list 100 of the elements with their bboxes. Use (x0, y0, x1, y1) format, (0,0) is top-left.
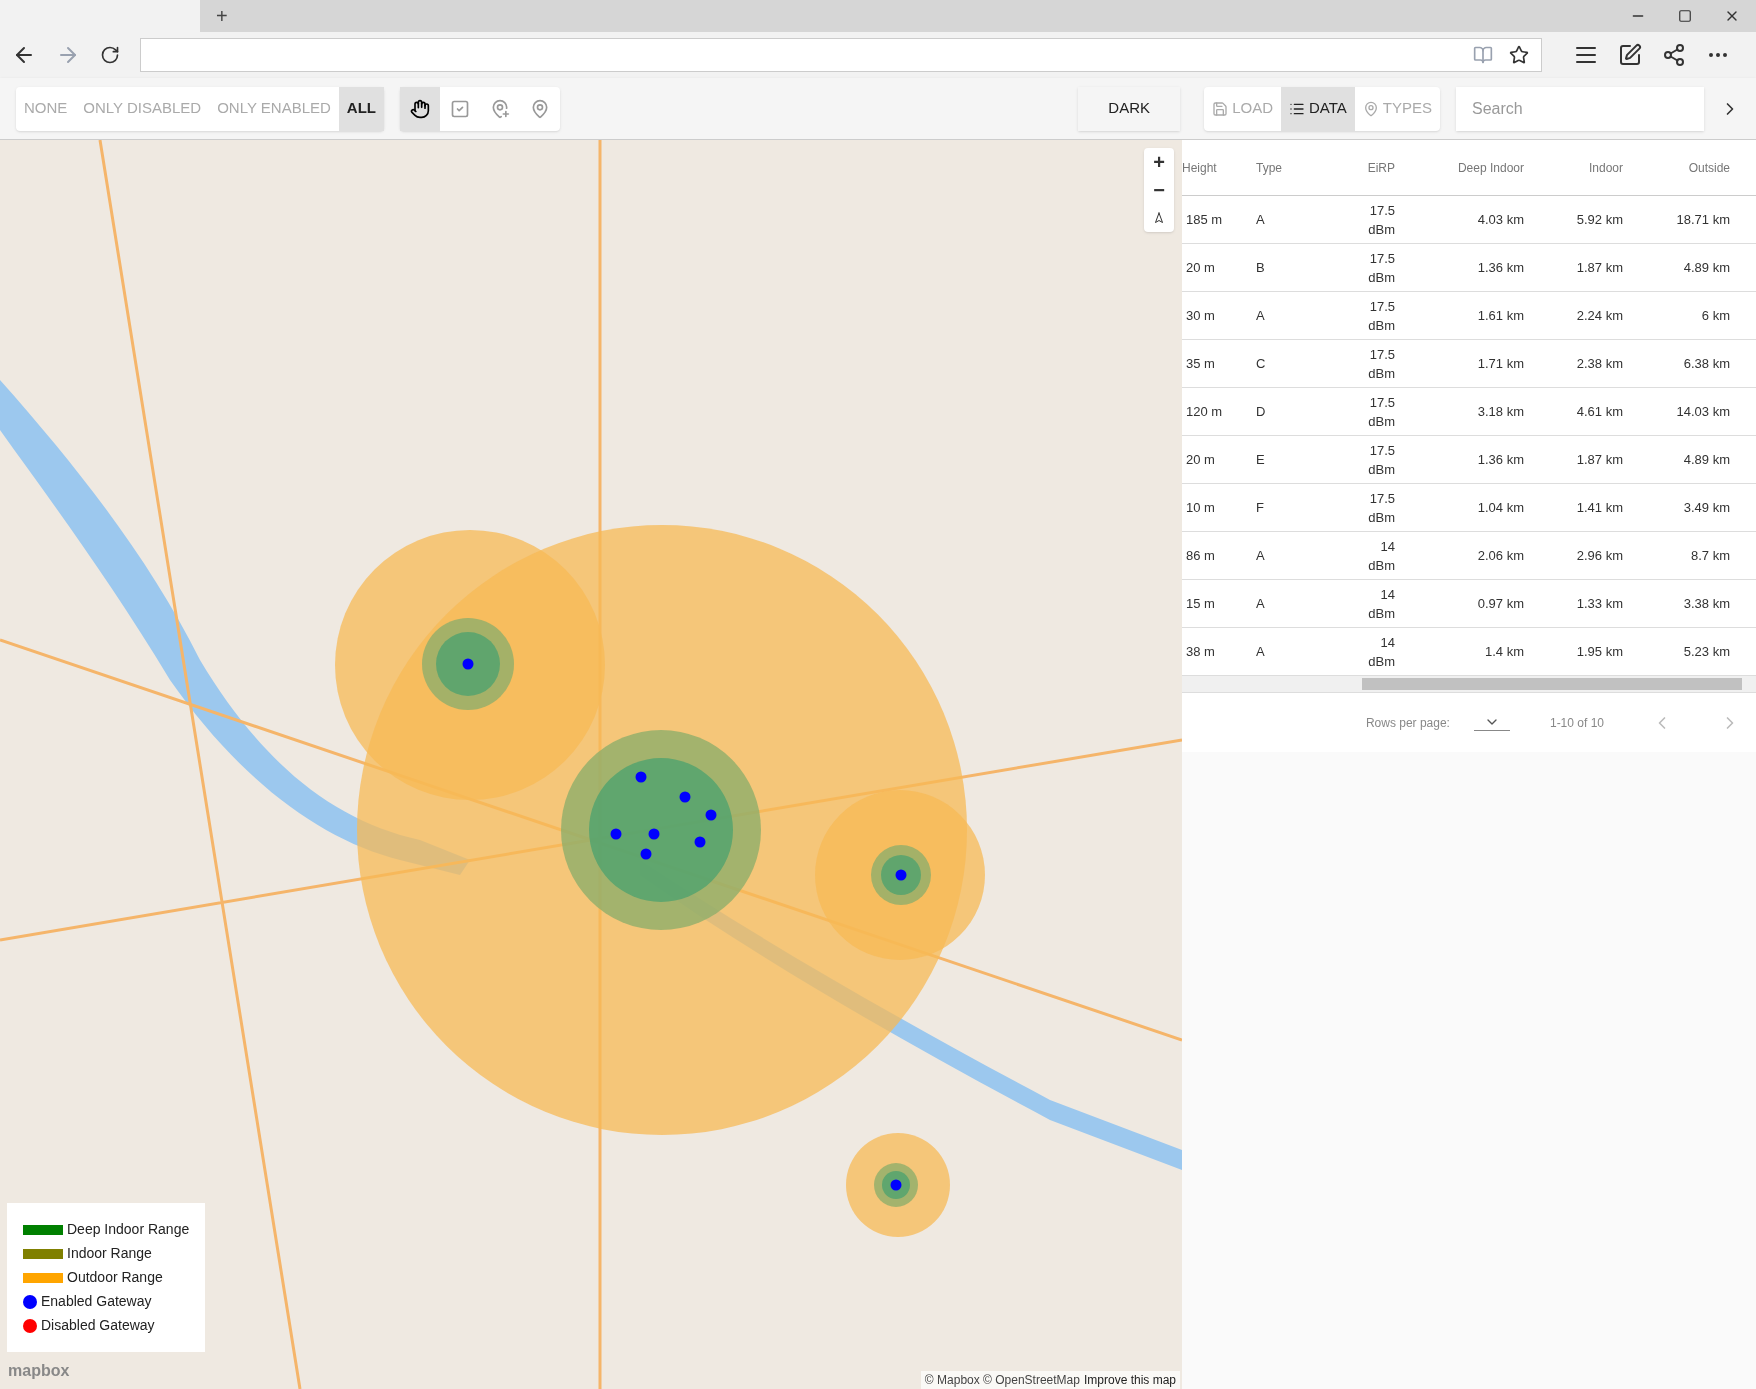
table-cell-text: A (1256, 210, 1266, 229)
table-cell-text: 2.06 km (1476, 546, 1524, 565)
table-cell-text: 17.5 dBm (1367, 489, 1395, 527)
table-cell-text: 5.92 km (1575, 210, 1623, 229)
column-header[interactable]: EiRP (1316, 158, 1395, 177)
compass-icon (1153, 212, 1165, 224)
table-cell-text: 8.7 km (1690, 546, 1730, 565)
note-icon[interactable] (1618, 43, 1642, 67)
reading-view-icon[interactable] (1473, 45, 1493, 65)
table-cell-text: 4.03 km (1476, 210, 1524, 229)
dark-button[interactable]: DARK (1078, 86, 1181, 131)
table-cell-text: 5.23 km (1682, 642, 1730, 661)
table-cell-text: 35 m (1185, 354, 1216, 373)
legend-label: Enabled Gateway (41, 1292, 152, 1311)
table-cell-text: 1.61 km (1476, 306, 1524, 325)
table-cell-text: 20 m (1185, 258, 1216, 277)
table-cell-text: 1.33 km (1575, 594, 1623, 613)
legend-label: Indoor Range (67, 1244, 152, 1263)
table-cell-text: 17.5 dBm (1367, 393, 1395, 431)
table-cell-text: 6.38 km (1682, 354, 1730, 373)
table-cell-text: 1.36 km (1476, 258, 1524, 277)
table-cell-text: 17.5 dBm (1367, 249, 1395, 287)
table-cell-text: 3.38 km (1682, 594, 1730, 613)
search-field[interactable]: Search (1456, 86, 1704, 131)
address-field[interactable] (140, 38, 1542, 72)
table-cell-text: 0.97 km (1476, 594, 1524, 613)
table-cell-text: A (1256, 594, 1266, 613)
table-cell-text: 1.87 km (1575, 450, 1623, 469)
map-attribution: © Mapbox © OpenStreetMap (924, 1372, 1080, 1389)
map-pin-icon (1362, 100, 1379, 117)
save-icon (1212, 100, 1229, 117)
table-cell-text: A (1256, 546, 1266, 565)
table-cell-text: 185 m (1185, 210, 1224, 229)
table-cell-text: 14 dBm (1367, 633, 1395, 671)
table-cell-text: D (1256, 402, 1267, 421)
table-cell-text: 20 m (1185, 450, 1216, 469)
table-cell-text: 1.71 km (1476, 354, 1524, 373)
table-cell-text: 17.5 dBm (1367, 297, 1395, 335)
tool-button[interactable] (400, 86, 440, 131)
table-cell-text: 1.87 km (1575, 258, 1623, 277)
star-icon[interactable] (1509, 45, 1529, 65)
table-cell-text: 10 m (1185, 498, 1216, 517)
table-cell-text: 3.49 km (1682, 498, 1730, 517)
checkbox-icon (450, 98, 470, 119)
page-range: 1-10 of 10 (1549, 714, 1604, 732)
zoom-in-button[interactable]: + (1144, 148, 1174, 176)
table-cell-text: C (1256, 354, 1267, 373)
legend-label: Deep Indoor Range (67, 1220, 190, 1239)
table-cell-text: 86 m (1185, 546, 1216, 565)
share-icon[interactable] (1662, 43, 1686, 67)
hand-icon (410, 98, 430, 119)
table-cell-text: 1.4 km (1484, 642, 1524, 661)
map-pin-icon (530, 98, 550, 119)
table-cell-text: 17.5 dBm (1367, 201, 1395, 239)
table-cell-text: 15 m (1185, 594, 1216, 613)
table-cell-text: 14 dBm (1367, 537, 1395, 575)
column-header[interactable]: Height (1182, 158, 1256, 177)
table-cell-text: 4.89 km (1682, 258, 1730, 277)
zoom-out-button[interactable]: − (1144, 176, 1174, 204)
table-cell-text: B (1256, 258, 1266, 277)
view-tab[interactable]: DATA (1281, 86, 1355, 131)
table-cell-text: E (1256, 450, 1266, 469)
table-cell-text: A (1256, 306, 1266, 325)
scrollbar-thumb[interactable] (1362, 678, 1742, 690)
table-cell-text: 1.95 km (1575, 642, 1623, 661)
rows-per-page-label: Rows per page: (1365, 714, 1450, 732)
improve-map-link[interactable]: Improve this map (1083, 1371, 1176, 1389)
column-header[interactable]: Indoor (1524, 158, 1623, 177)
table-cell-text: 4.61 km (1575, 402, 1623, 421)
table-cell-text: 38 m (1185, 642, 1216, 661)
table-cell-text: 4.89 km (1682, 450, 1730, 469)
legend-label: Outdoor Range (67, 1268, 163, 1287)
table-cell-text: 14.03 km (1675, 402, 1730, 421)
table-cell-text: 2.24 km (1575, 306, 1623, 325)
table-cell-text: A (1256, 642, 1266, 661)
legend-label: Disabled Gateway (41, 1316, 155, 1335)
table-cell-text: 1.04 km (1476, 498, 1524, 517)
map-pin-plus-icon (490, 98, 510, 119)
mapbox-logo: mapbox (8, 1361, 70, 1381)
table-cell-text: 3.18 km (1476, 402, 1524, 421)
table-cell-text: 18.71 km (1675, 210, 1730, 229)
table-cell-text: 120 m (1185, 402, 1224, 421)
column-header[interactable]: Deep Indoor (1395, 158, 1524, 177)
table-cell-text: 14 dBm (1367, 585, 1395, 623)
table-cell-text: 17.5 dBm (1367, 345, 1395, 383)
filter-tab[interactable]: ALL (338, 86, 384, 131)
table-cell-text: 17.5 dBm (1367, 441, 1395, 479)
table-cell-text: 30 m (1185, 306, 1216, 325)
column-header[interactable]: Type (1256, 158, 1316, 177)
maximize-icon[interactable] (1678, 9, 1692, 23)
table-cell-text: F (1256, 498, 1265, 517)
table-cell-text: 2.96 km (1575, 546, 1623, 565)
table-cell-text: 1.36 km (1476, 450, 1524, 469)
horizontal-scrollbar[interactable] (1182, 676, 1756, 692)
table-cell-text: 2.38 km (1575, 354, 1623, 373)
table-cell-text: 1.41 km (1575, 498, 1623, 517)
table-cell-text: 6 km (1700, 306, 1730, 325)
column-header[interactable]: Outside (1623, 158, 1730, 177)
new-tab-button[interactable]: + (212, 2, 232, 30)
reload-icon[interactable] (100, 45, 120, 65)
